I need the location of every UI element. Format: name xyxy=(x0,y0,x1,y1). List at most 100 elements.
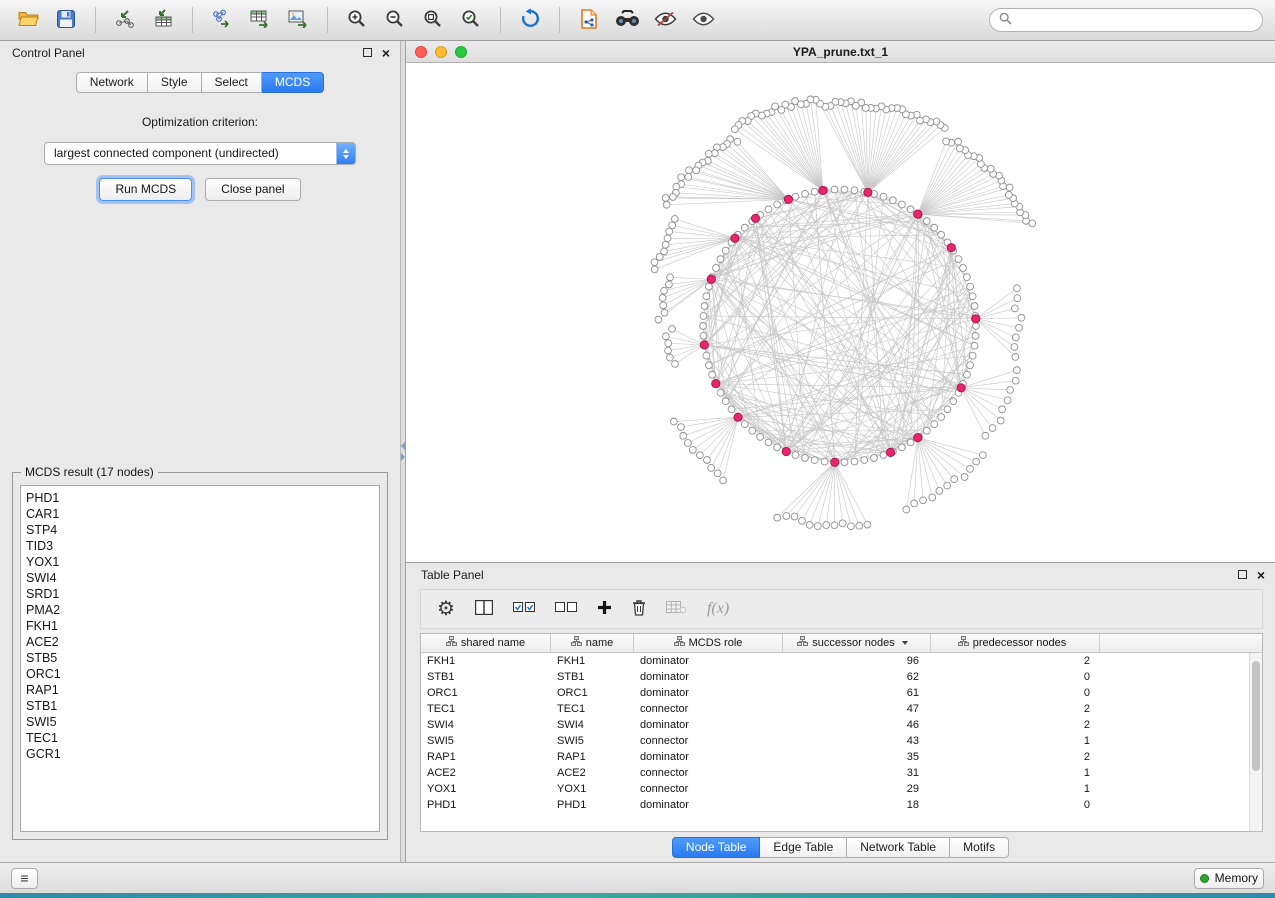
mcds-result-item[interactable]: SWI4 xyxy=(26,570,374,586)
network-leaf-node[interactable] xyxy=(678,424,685,431)
network-node[interactable] xyxy=(938,231,945,238)
network-node[interactable] xyxy=(967,362,974,369)
network-leaf-node[interactable] xyxy=(1012,377,1019,384)
network-node[interactable] xyxy=(701,303,708,310)
network-leaf-node[interactable] xyxy=(989,425,996,432)
mcds-result-list[interactable]: PHD1CAR1STP4TID3YOX1SWI4SRD1PMA2FKH1ACE2… xyxy=(20,485,380,832)
network-dominator-node[interactable] xyxy=(819,186,827,194)
save-session-button[interactable] xyxy=(50,5,82,35)
table-cell[interactable]: 62 xyxy=(783,671,931,683)
close-window-icon[interactable] xyxy=(415,46,427,58)
network-dominator-node[interactable] xyxy=(707,275,715,283)
mcds-result-item[interactable]: RAP1 xyxy=(26,682,374,698)
table-cell[interactable]: dominator xyxy=(634,655,783,667)
network-leaf-node[interactable] xyxy=(979,452,986,459)
table-cell[interactable]: FKH1 xyxy=(421,655,551,667)
network-leaf-node[interactable] xyxy=(967,465,974,472)
network-leaf-node[interactable] xyxy=(1016,324,1023,331)
network-leaf-node[interactable] xyxy=(665,281,672,288)
column-header-shared-name[interactable]: shared name xyxy=(421,634,551,652)
create-column-button[interactable] xyxy=(597,595,612,623)
network-leaf-node[interactable] xyxy=(651,259,658,266)
network-leaf-node[interactable] xyxy=(680,432,687,439)
mcds-result-item[interactable]: STP4 xyxy=(26,522,374,538)
table-cell[interactable]: 1 xyxy=(931,783,1100,795)
network-node[interactable] xyxy=(871,455,878,462)
close-panel-icon[interactable]: × xyxy=(382,46,390,60)
column-header-successor-nodes[interactable]: successor nodes xyxy=(783,634,931,652)
network-node[interactable] xyxy=(907,439,914,446)
tab-network[interactable]: Network xyxy=(76,72,148,93)
search-input[interactable] xyxy=(1017,12,1253,28)
network-node[interactable] xyxy=(700,332,707,339)
network-leaf-node[interactable] xyxy=(663,201,670,208)
network-leaf-node[interactable] xyxy=(799,517,806,524)
close-table-panel-icon[interactable]: × xyxy=(1257,568,1265,582)
mcds-result-item[interactable]: STB1 xyxy=(26,698,374,714)
network-node[interactable] xyxy=(861,457,868,464)
network-dominator-node[interactable] xyxy=(957,384,965,392)
apply-layout-button[interactable] xyxy=(514,5,546,35)
table-cell[interactable]: TEC1 xyxy=(421,703,551,715)
network-leaf-node[interactable] xyxy=(999,406,1006,413)
network-leaf-node[interactable] xyxy=(955,138,962,145)
network-node[interactable] xyxy=(774,444,781,451)
network-leaf-node[interactable] xyxy=(714,470,721,477)
network-node[interactable] xyxy=(811,457,818,464)
network-node[interactable] xyxy=(944,406,951,413)
mcds-result-item[interactable]: ACE2 xyxy=(26,634,374,650)
network-node[interactable] xyxy=(717,389,724,396)
float-panel-icon[interactable] xyxy=(363,46,372,60)
network-node[interactable] xyxy=(703,352,710,359)
network-leaf-node[interactable] xyxy=(651,266,658,273)
table-row[interactable]: RAP1RAP1dominator352 xyxy=(421,749,1262,765)
network-leaf-node[interactable] xyxy=(659,294,666,301)
network-leaf-node[interactable] xyxy=(936,487,943,494)
table-cell[interactable]: YOX1 xyxy=(421,783,551,795)
network-leaf-node[interactable] xyxy=(783,513,790,520)
mcds-result-item[interactable]: YOX1 xyxy=(26,554,374,570)
network-leaf-node[interactable] xyxy=(704,457,711,464)
network-node[interactable] xyxy=(969,352,976,359)
tab-mcds[interactable]: MCDS xyxy=(262,72,324,93)
network-leaf-node[interactable] xyxy=(689,446,696,453)
network-leaf-node[interactable] xyxy=(655,316,662,323)
export-network-button[interactable] xyxy=(206,5,238,35)
table-cell[interactable]: 29 xyxy=(783,783,931,795)
tab-edge-table[interactable]: Edge Table xyxy=(760,837,847,858)
mcds-result-item[interactable]: FKH1 xyxy=(26,618,374,634)
table-settings-button[interactable]: ⚙ xyxy=(437,595,455,623)
table-row[interactable]: YOX1YOX1connector291 xyxy=(421,781,1262,797)
network-node[interactable] xyxy=(969,293,976,300)
mcds-result-item[interactable]: PHD1 xyxy=(26,490,374,506)
network-leaf-node[interactable] xyxy=(664,235,671,242)
export-table-button[interactable] xyxy=(244,5,276,35)
network-leaf-node[interactable] xyxy=(856,522,863,529)
network-leaf-node[interactable] xyxy=(720,477,727,484)
network-leaf-node[interactable] xyxy=(864,521,871,528)
network-leaf-node[interactable] xyxy=(661,309,668,316)
zoom-out-button[interactable] xyxy=(379,5,411,35)
tab-network-table[interactable]: Network Table xyxy=(847,837,950,858)
network-node[interactable] xyxy=(705,283,712,290)
network-leaf-node[interactable] xyxy=(678,174,685,181)
network-leaf-node[interactable] xyxy=(791,513,798,520)
network-leaf-node[interactable] xyxy=(693,167,700,174)
table-row[interactable]: ACE2ACE2connector311 xyxy=(421,765,1262,781)
network-leaf-node[interactable] xyxy=(814,523,821,530)
network-leaf-node[interactable] xyxy=(943,138,950,145)
network-node[interactable] xyxy=(964,274,971,281)
column-header-predecessor-nodes[interactable]: predecessor nodes xyxy=(931,634,1100,652)
table-scrollbar[interactable] xyxy=(1249,653,1262,831)
network-leaf-node[interactable] xyxy=(1018,314,1025,321)
show-graphics-details-button[interactable] xyxy=(687,5,719,35)
network-leaf-node[interactable] xyxy=(734,138,741,145)
scrollbar-thumb[interactable] xyxy=(1252,661,1260,772)
table-row[interactable]: PHD1PHD1dominator180 xyxy=(421,797,1262,813)
network-node[interactable] xyxy=(964,371,971,378)
network-dominator-node[interactable] xyxy=(712,379,720,387)
network-leaf-node[interactable] xyxy=(684,440,691,447)
column-header-name[interactable]: name xyxy=(551,634,634,652)
table-cell[interactable]: SWI4 xyxy=(551,719,634,731)
network-node[interactable] xyxy=(821,458,828,465)
